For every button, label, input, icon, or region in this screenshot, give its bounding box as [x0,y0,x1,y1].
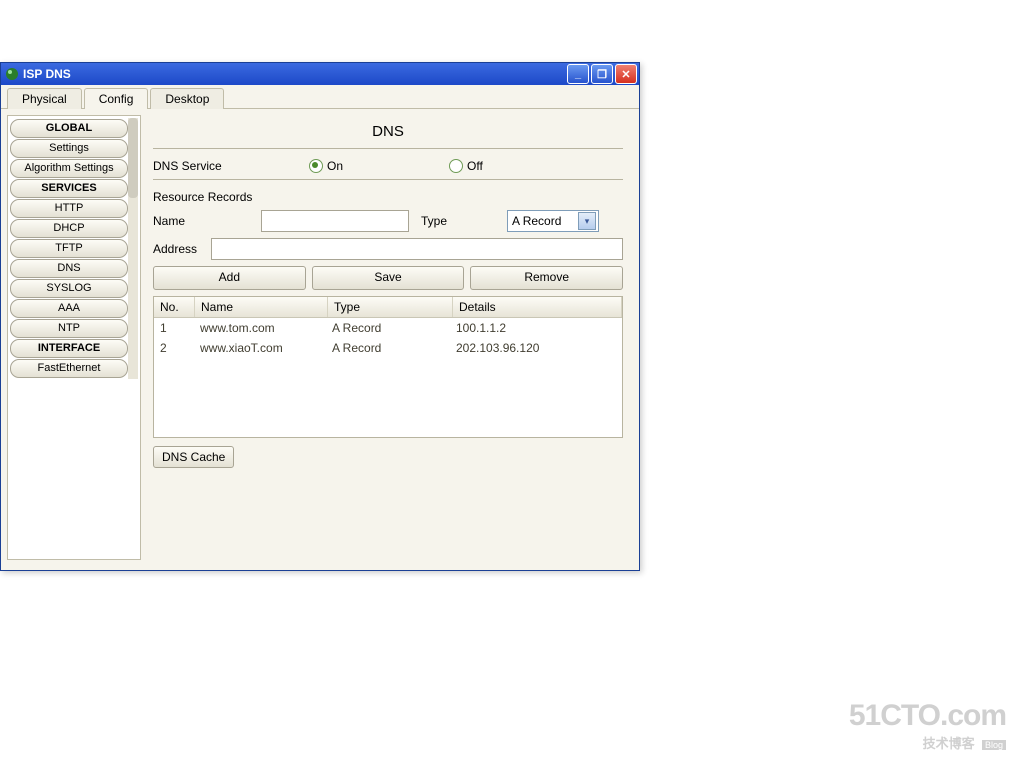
sidebar-item-http[interactable]: HTTP [10,199,128,218]
table-row[interactable]: 1www.tom.comA Record100.1.1.2 [154,318,622,338]
type-label: Type [421,214,447,228]
radio-off-icon [449,159,463,173]
sidebar-item-settings[interactable]: Settings [10,139,128,158]
sidebar: GLOBAL Settings Algorithm Settings SERVI… [7,115,141,560]
tab-desktop[interactable]: Desktop [150,88,224,109]
sidebar-item-aaa[interactable]: AAA [10,299,128,318]
sidebar-item-ntp[interactable]: NTP [10,319,128,338]
sidebar-item-dhcp[interactable]: DHCP [10,219,128,238]
tab-config[interactable]: Config [84,88,149,109]
dns-cache-button[interactable]: DNS Cache [153,446,234,468]
records-table: No. Name Type Details 1www.tom.comA Reco… [153,296,623,438]
cell-details: 100.1.1.2 [450,320,622,336]
table-row[interactable]: 2www.xiaoT.comA Record202.103.96.120 [154,338,622,358]
name-label: Name [153,214,193,228]
dns-service-label: DNS Service [153,159,243,173]
main-panel: DNS DNS Service On Off Resource Records … [149,115,633,560]
remove-button[interactable]: Remove [470,266,623,290]
resource-records-label: Resource Records [153,190,623,204]
cell-no: 1 [154,320,194,336]
window-title: ISP DNS [23,67,71,81]
dns-service-off-radio[interactable]: Off [449,159,483,173]
watermark: 51CTO.com 技术博客 Blog [849,699,1006,752]
tab-bar: Physical Config Desktop [1,85,639,109]
sidebar-head-global: GLOBAL [10,119,128,138]
sidebar-scrollbar[interactable] [128,118,138,379]
cell-name: www.tom.com [194,320,326,336]
cell-type: A Record [326,340,450,356]
cell-no: 2 [154,340,194,356]
type-select[interactable]: A Record ▾ [507,210,599,232]
sidebar-item-tftp[interactable]: TFTP [10,239,128,258]
address-input[interactable] [211,238,623,260]
name-input[interactable] [261,210,409,232]
page-title: DNS [153,123,623,140]
close-button[interactable]: ✕ [615,64,637,84]
dns-service-on-radio[interactable]: On [309,159,343,173]
sidebar-head-services: SERVICES [10,179,128,198]
tab-physical[interactable]: Physical [7,88,82,109]
sidebar-item-dns[interactable]: DNS [10,259,128,278]
sidebar-head-interface: INTERFACE [10,339,128,358]
sidebar-item-syslog[interactable]: SYSLOG [10,279,128,298]
cell-name: www.xiaoT.com [194,340,326,356]
chevron-down-icon: ▾ [578,212,596,230]
col-details[interactable]: Details [453,297,622,317]
col-type[interactable]: Type [328,297,453,317]
app-window: ISP DNS _ ❐ ✕ Physical Config Desktop GL… [0,62,640,571]
cell-type: A Record [326,320,450,336]
radio-on-icon [309,159,323,173]
address-label: Address [153,242,203,256]
titlebar: ISP DNS _ ❐ ✕ [1,63,639,85]
col-no[interactable]: No. [154,297,195,317]
add-button[interactable]: Add [153,266,306,290]
app-icon [5,67,19,81]
maximize-button[interactable]: ❐ [591,64,613,84]
save-button[interactable]: Save [312,266,465,290]
sidebar-item-algorithm-settings[interactable]: Algorithm Settings [10,159,128,178]
minimize-button[interactable]: _ [567,64,589,84]
cell-details: 202.103.96.120 [450,340,622,356]
col-name[interactable]: Name [195,297,328,317]
sidebar-item-fastethernet[interactable]: FastEthernet [10,359,128,378]
content-area: GLOBAL Settings Algorithm Settings SERVI… [1,109,639,566]
